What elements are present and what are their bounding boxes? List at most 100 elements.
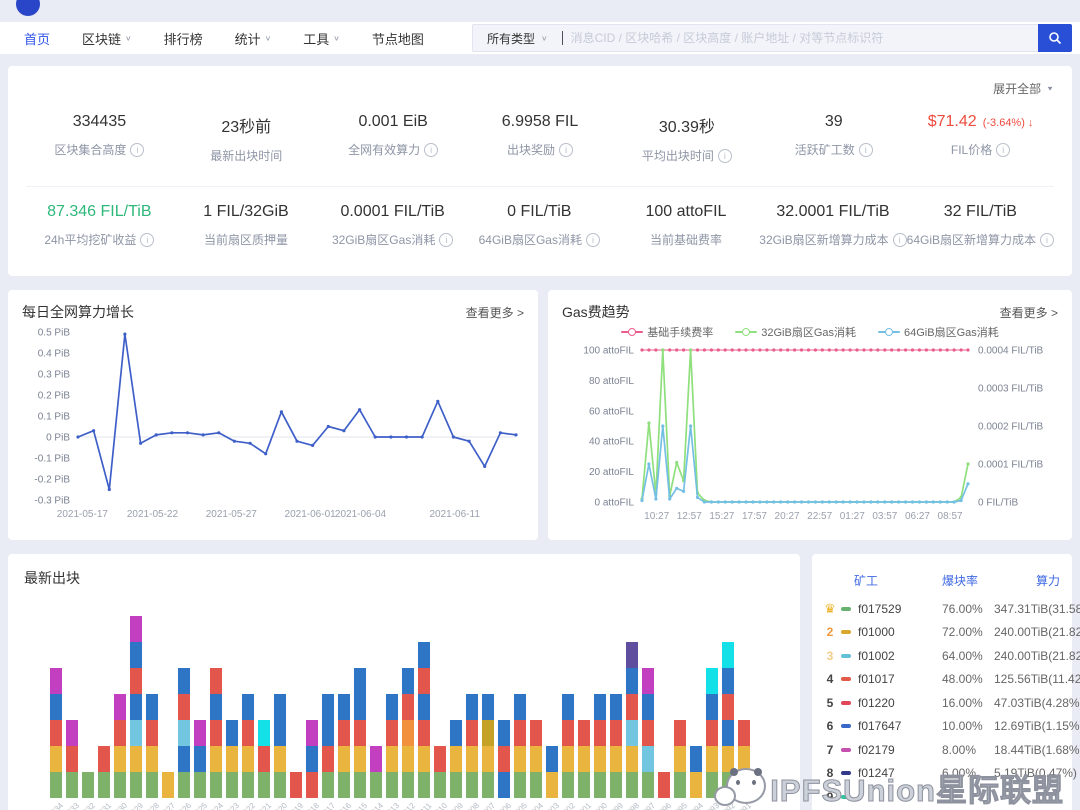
nav-item-区块链[interactable]: 区块链∨ — [66, 29, 148, 48]
info-icon[interactable]: i — [859, 143, 873, 157]
block-bar[interactable]: 334419 — [290, 772, 302, 798]
block-bar[interactable]: 334396 — [658, 772, 670, 798]
block-bar[interactable]: 334409 — [450, 720, 462, 798]
block-bar[interactable]: 334425 — [194, 720, 206, 798]
col-power[interactable]: 算力 — [994, 572, 1060, 589]
nav-item-label: 排行榜 — [164, 29, 203, 48]
legend-64GiB扇区Gas消耗[interactable]: 64GiB扇区Gas消耗 — [878, 324, 999, 340]
search-type-select[interactable]: 所有类型 ∨ — [473, 30, 562, 47]
block-bar[interactable]: 334403 — [546, 746, 558, 798]
block-bar[interactable]: 334418 — [306, 720, 318, 798]
bar-segment — [594, 746, 606, 772]
miner-row[interactable]: 2f0100072.00%240.00TiB(21.82%) — [824, 621, 1060, 645]
nav-item-节点地图[interactable]: 节点地图 — [356, 29, 440, 48]
nav-item-统计[interactable]: 统计∨ — [219, 29, 288, 48]
info-icon[interactable]: i — [140, 233, 154, 247]
stat-value: 6.9958 FIL — [467, 113, 614, 131]
block-bar[interactable]: 334414 — [370, 746, 382, 798]
legend-基础手续费率[interactable]: 基础手续费率 — [621, 324, 713, 340]
block-bar[interactable]: 334421 — [258, 720, 270, 798]
block-bar[interactable]: 334420 — [274, 694, 286, 798]
block-bar[interactable]: 334431 — [98, 746, 110, 798]
search-button[interactable] — [1038, 24, 1072, 52]
block-bar[interactable]: 334400 — [594, 694, 606, 798]
block-bar[interactable]: 334430 — [114, 694, 126, 798]
block-bar[interactable]: 334408 — [466, 694, 478, 798]
miner-id[interactable]: f01000 — [858, 625, 895, 639]
miner-row[interactable]: 6f01764710.00%12.69TiB(1.15%) — [824, 715, 1060, 739]
gas-trend-more-link[interactable]: 查看更多 > — [1000, 304, 1058, 321]
bar-segment — [402, 694, 414, 720]
legend-32GiB扇区Gas消耗[interactable]: 32GiB扇区Gas消耗 — [735, 324, 856, 340]
nav-item-label: 统计 — [235, 29, 261, 48]
block-bar[interactable]: 334406 — [498, 720, 510, 798]
miner-id[interactable]: f017647 — [858, 719, 901, 733]
bar-segment — [274, 720, 286, 746]
block-bar[interactable]: 334434 — [50, 668, 62, 798]
block-bar[interactable]: 334413 — [386, 694, 398, 798]
miner-id[interactable]: f01017 — [858, 672, 895, 686]
bar-segment — [354, 694, 366, 720]
block-bar[interactable]: 334401 — [578, 720, 590, 798]
col-miner[interactable]: 矿工 — [824, 572, 942, 589]
legend-label: 64GiB扇区Gas消耗 — [904, 324, 999, 340]
bar-segment — [498, 746, 510, 772]
info-icon[interactable]: i — [996, 143, 1010, 157]
block-bar[interactable]: 334410 — [434, 746, 446, 798]
col-block-rate[interactable]: 爆块率 — [942, 572, 994, 589]
block-bar[interactable]: 334407 — [482, 694, 494, 798]
info-icon[interactable]: i — [439, 233, 453, 247]
block-bar[interactable]: 334422 — [242, 694, 254, 798]
info-icon[interactable]: i — [718, 149, 732, 163]
miner-id[interactable]: f01220 — [858, 696, 895, 710]
block-bar[interactable]: 334432 — [82, 772, 94, 798]
miners-table-header: 矿工 爆块率 算力 — [824, 566, 1060, 597]
miner-row[interactable]: 7f021798.00%18.44TiB(1.68%) — [824, 738, 1060, 762]
miner-id[interactable]: f02179 — [858, 743, 895, 757]
search-input[interactable] — [569, 30, 1038, 46]
block-bar[interactable]: 334399 — [610, 694, 622, 798]
block-bar[interactable]: 334428 — [146, 694, 158, 798]
block-bar[interactable]: 334397 — [642, 668, 654, 798]
block-bar[interactable]: 334398 — [626, 642, 638, 798]
power-growth-more-link[interactable]: 查看更多 > — [466, 304, 524, 321]
block-bar[interactable]: 334394 — [690, 746, 702, 798]
block-bar[interactable]: 334426 — [178, 668, 190, 798]
bar-segment — [226, 720, 238, 746]
block-bar[interactable]: 334415 — [354, 668, 366, 798]
info-icon[interactable]: i — [893, 233, 907, 247]
info-icon[interactable]: i — [130, 143, 144, 157]
block-bar[interactable]: 334417 — [322, 694, 334, 798]
nav-item-工具[interactable]: 工具∨ — [287, 29, 356, 48]
info-icon[interactable]: i — [586, 233, 600, 247]
block-bar[interactable]: 334416 — [338, 694, 350, 798]
block-bar[interactable]: 334402 — [562, 694, 574, 798]
block-bar[interactable]: 334395 — [674, 720, 686, 798]
site-logo[interactable] — [16, 0, 40, 16]
block-bar[interactable]: 334429 — [130, 616, 142, 798]
block-bar[interactable]: 334424 — [210, 668, 222, 798]
stat-平均出块时间: 30.39秒平均出块时间i — [613, 113, 760, 164]
block-bar[interactable]: 334404 — [530, 720, 542, 798]
block-bar[interactable]: 334405 — [514, 694, 526, 798]
info-icon[interactable]: i — [559, 143, 573, 157]
miner-id[interactable]: f017529 — [858, 602, 901, 616]
info-icon[interactable]: i — [424, 143, 438, 157]
miner-row[interactable]: ♛f01752976.00%347.31TiB(31.58%) — [824, 597, 1060, 621]
expand-all-button[interactable]: 展开全部 ▼ — [26, 74, 1054, 97]
block-bar[interactable]: 334433 — [66, 720, 78, 798]
nav-item-首页[interactable]: 首页 — [8, 29, 66, 48]
block-bar[interactable]: 334423 — [226, 720, 238, 798]
info-icon[interactable]: i — [1040, 233, 1054, 247]
block-bar[interactable]: 334427 — [162, 772, 174, 798]
miner-id[interactable]: f01002 — [858, 649, 895, 663]
block-bar[interactable]: 334411 — [418, 642, 430, 798]
miner-row[interactable]: 4f0101748.00%125.56TiB(11.42%) — [824, 668, 1060, 692]
stat-区块集合高度: 334435区块集合高度i — [26, 113, 173, 164]
miner-row[interactable]: 3f0100264.00%240.00TiB(21.82%) — [824, 644, 1060, 668]
miner-block-rate: 64.00% — [942, 649, 994, 663]
nav-item-排行榜[interactable]: 排行榜 — [148, 29, 219, 48]
block-bar[interactable]: 334412 — [402, 668, 414, 798]
miner-row[interactable]: 5f0122016.00%47.03TiB(4.28%) — [824, 691, 1060, 715]
bar-segment — [450, 720, 462, 746]
